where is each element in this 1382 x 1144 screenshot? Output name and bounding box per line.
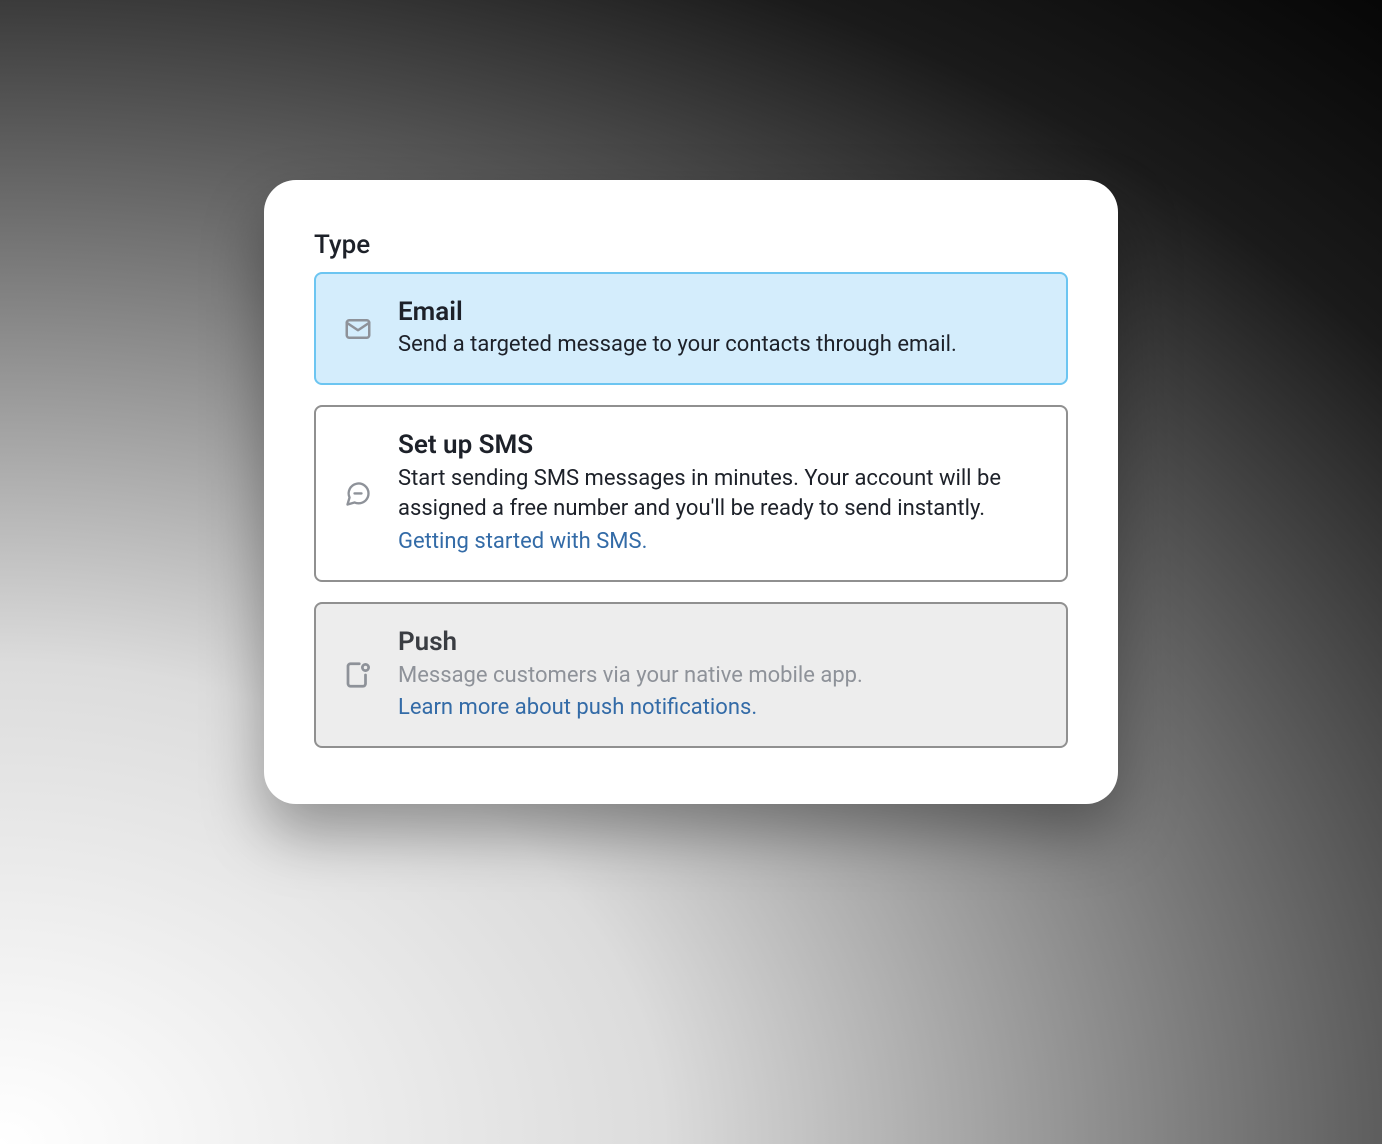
push-icon — [342, 659, 374, 691]
mail-icon — [342, 313, 374, 345]
option-body: Push Message customers via your native m… — [398, 626, 1040, 724]
option-title: Set up SMS — [398, 429, 1040, 462]
option-email[interactable]: Email Send a targeted message to your co… — [314, 272, 1068, 385]
section-heading: Type — [314, 230, 1068, 260]
option-sms[interactable]: Set up SMS Start sending SMS messages in… — [314, 405, 1068, 582]
option-link-push[interactable]: Learn more about push notifications. — [398, 693, 1040, 724]
option-body: Set up SMS Start sending SMS messages in… — [398, 429, 1040, 558]
option-description: Start sending SMS messages in minutes. Y… — [398, 464, 1040, 526]
option-description: Send a targeted message to your contacts… — [398, 330, 1040, 361]
option-title: Email — [398, 296, 1040, 329]
option-push[interactable]: Push Message customers via your native m… — [314, 602, 1068, 748]
option-description: Message customers via your native mobile… — [398, 661, 1040, 692]
option-title: Push — [398, 626, 1040, 659]
chat-icon — [342, 478, 374, 510]
option-link-sms[interactable]: Getting started with SMS. — [398, 527, 1040, 558]
type-selector-card: Type Email Send a targeted message to yo… — [264, 180, 1118, 804]
option-body: Email Send a targeted message to your co… — [398, 296, 1040, 361]
